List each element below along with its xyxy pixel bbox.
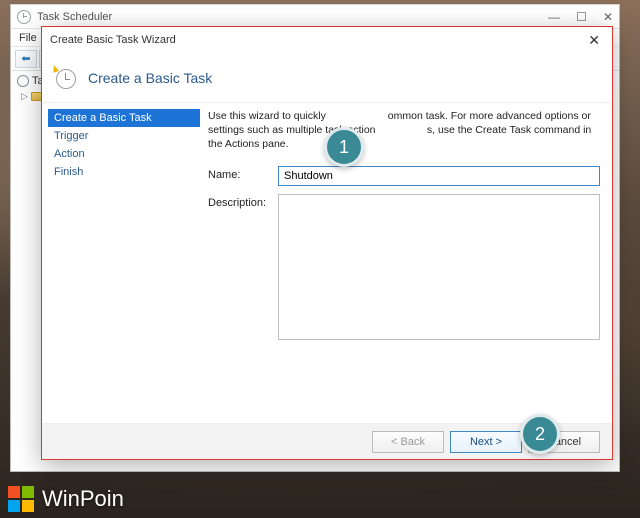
name-input[interactable] [278, 166, 600, 186]
dialog-heading: Create a Basic Task [88, 70, 212, 86]
wizard-intro-text: Use this wizard to quickly schedule a co… [208, 109, 600, 152]
clock-icon [17, 75, 29, 87]
clock-icon [17, 10, 31, 24]
annotation-callout-1: 1 [324, 127, 364, 167]
parent-window-title: Task Scheduler [37, 11, 112, 23]
back-button: < Back [372, 431, 444, 453]
wizard-clock-icon [52, 65, 78, 91]
dialog-titlebar: Create Basic Task Wizard ✕ [42, 27, 612, 53]
maximize-button[interactable]: ☐ [576, 11, 587, 23]
watermark-text: WinPoin [42, 486, 124, 512]
chevron-right-icon: ▷ [21, 91, 28, 102]
wizard-steps-list: Create a Basic Task Trigger Action Finis… [42, 103, 200, 423]
create-basic-task-wizard-dialog: Create Basic Task Wizard ✕ Create a Basi… [41, 26, 613, 460]
close-button[interactable]: ✕ [603, 11, 613, 23]
next-button[interactable]: Next > [450, 431, 522, 453]
description-label: Description: [208, 194, 278, 340]
wizard-content-pane: Use this wizard to quickly schedule a co… [200, 103, 612, 423]
name-label: Name: [208, 166, 278, 186]
tree-sub-item[interactable]: ▷ [21, 91, 42, 102]
watermark-brand: WinPoin [8, 486, 124, 512]
wizard-step-trigger[interactable]: Trigger [48, 127, 200, 145]
description-textarea[interactable] [278, 194, 600, 340]
windows-logo-icon [8, 486, 34, 512]
minimize-button[interactable]: — [548, 11, 560, 23]
wizard-step-create-basic-task[interactable]: Create a Basic Task [48, 109, 200, 127]
wizard-step-action[interactable]: Action [48, 145, 200, 163]
dialog-close-button[interactable]: ✕ [584, 32, 604, 49]
dialog-title: Create Basic Task Wizard [50, 34, 176, 46]
wizard-step-finish[interactable]: Finish [48, 163, 200, 181]
menu-file[interactable]: File [19, 32, 37, 44]
annotation-callout-2: 2 [520, 414, 560, 454]
nav-back-button[interactable]: ⬅ [15, 50, 37, 68]
dialog-header: Create a Basic Task [42, 53, 612, 103]
